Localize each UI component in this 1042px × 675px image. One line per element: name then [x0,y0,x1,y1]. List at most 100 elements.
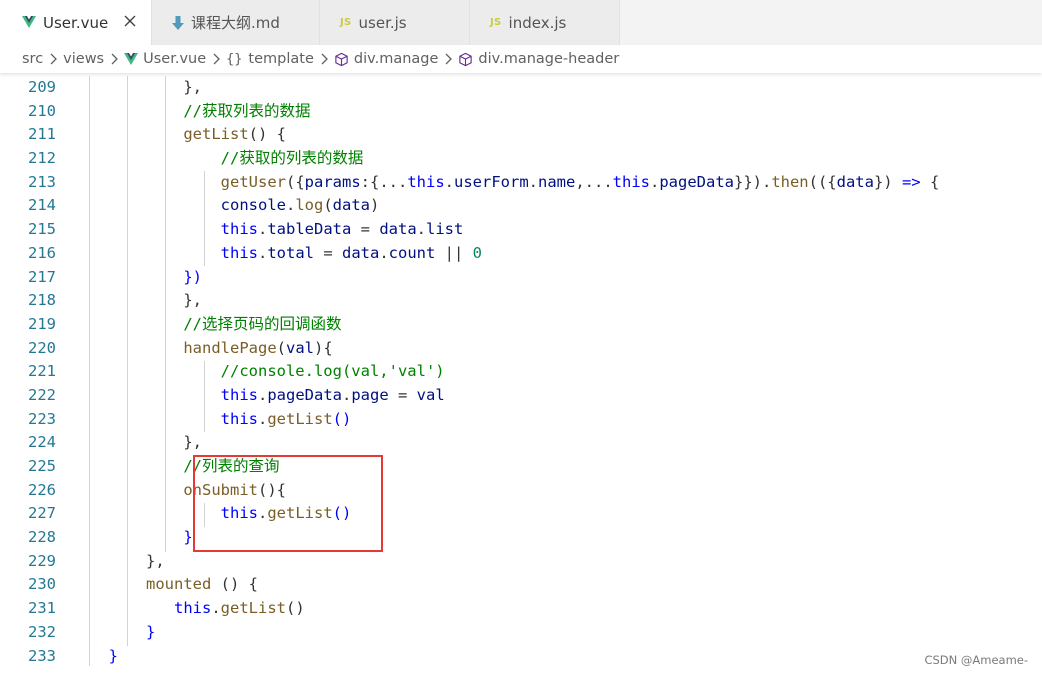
code-token: . [257,409,268,428]
code-token: . [257,243,268,262]
code-token: list [426,220,464,239]
code-token: ,... [575,172,613,191]
code-token: data [332,196,370,215]
line-number: 233 [28,646,56,665]
code-line[interactable]: }, [90,550,1042,574]
js-icon: JS [490,17,502,28]
line-number: 230 [28,575,56,594]
chevron-right-icon [110,53,119,65]
code-token: . [285,196,296,215]
breadcrumb-item-src[interactable]: src [22,51,43,67]
code-line[interactable]: //选择页码的回调函数 [90,313,1042,337]
code-token: getList [267,409,333,428]
tab-course-outline-md[interactable]: 课程大纲.md [152,0,320,45]
code-token: data [379,220,417,239]
code-line[interactable]: this.pageData.page = val [90,384,1042,408]
tab-user-vue[interactable]: User.vue [0,0,152,45]
line-number: 229 [28,551,56,570]
code-token: this [220,409,258,428]
code-line[interactable]: } [90,645,1042,669]
cube-icon [458,52,473,67]
code-line[interactable]: this.getList() [90,597,1042,621]
code-area[interactable]: }, //获取列表的数据 getList() { //获取的列表的数据 getU… [90,76,1042,668]
line-number: 210 [28,101,56,120]
code-editor[interactable]: 209 210 211 212 213 214 215 216 217 218 219 220 221 2… [0,76,1042,675]
code-token: () { [248,125,286,144]
tab-label: user.js [358,13,407,32]
line-number: 220 [28,338,56,357]
code-line[interactable]: mounted () { [90,573,1042,597]
code-line[interactable]: this.tableData = data.list [90,218,1042,242]
code-line[interactable]: getList() { [90,123,1042,147]
code-token: }) [183,267,202,286]
code-line[interactable]: this.total = data.count || 0 [90,242,1042,266]
code-line[interactable]: } [90,621,1042,645]
code-token: ({ [285,172,305,191]
breadcrumb-label: div.manage [353,51,439,67]
breadcrumb-item-views[interactable]: views [63,51,104,67]
braces-icon: {} [226,51,243,67]
line-number: 226 [28,480,56,499]
cube-icon [334,52,349,67]
tab-bar: User.vue 课程大纲.md JS user.js JS index.js [0,0,1042,45]
code-token: = [351,220,380,239]
code-line[interactable]: }) [90,266,1042,290]
code-line[interactable]: //获取列表的数据 [90,100,1042,124]
line-number: 231 [28,599,56,618]
code-token: getUser [220,172,286,191]
code-token: log [295,196,324,215]
code-token: //获取的列表的数据 [220,149,364,168]
line-number: 217 [28,267,56,286]
code-token: . [257,220,268,239]
code-token: then [771,172,809,191]
code-line[interactable]: getUser({params:{...this.userForm.name,.… [90,171,1042,195]
tab-index-js[interactable]: JS index.js [470,0,620,45]
code-token: } [146,622,156,641]
code-line[interactable]: handlePage(val){ [90,337,1042,361]
code-line[interactable]: }, [90,76,1042,100]
code-token: . [379,243,389,262]
line-number: 228 [28,528,56,547]
code-token: count [388,243,436,262]
tab-label: 课程大纲.md [191,14,280,32]
code-token: }, [183,78,202,96]
close-icon[interactable] [123,14,137,28]
breadcrumb-item-div-manage[interactable]: div.manage [334,51,439,67]
code-line[interactable]: console.log(data) [90,194,1042,218]
code-line[interactable]: }, [90,289,1042,313]
code-token: . [257,385,268,404]
code-token: getList [220,599,286,618]
code-token: pageData [659,172,734,191]
code-token: }, [183,291,202,310]
code-line[interactable]: //console.log(val,'val') [90,360,1042,384]
code-token: . [416,220,426,239]
breadcrumb-item-template[interactable]: {} template [226,51,314,67]
tab-user-js[interactable]: JS user.js [320,0,470,45]
code-line[interactable]: }, [90,431,1042,455]
code-token: }) [873,172,902,191]
code-token: getList [183,125,249,144]
line-number: 214 [28,196,56,215]
breadcrumb-item-user-vue[interactable]: User.vue [124,51,206,67]
breadcrumb-item-div-manage-header[interactable]: div.manage-header [458,51,619,67]
code-line[interactable]: this.getList() [90,408,1042,432]
chevron-right-icon [444,53,453,65]
code-line[interactable]: //获取的列表的数据 [90,147,1042,171]
code-token: ){ [314,338,333,357]
chevron-right-icon [49,53,58,65]
line-number: 219 [28,314,56,333]
line-number: 209 [28,78,56,96]
code-token: }, [146,551,165,570]
code-token: . [444,172,454,191]
line-number: 213 [28,172,56,191]
